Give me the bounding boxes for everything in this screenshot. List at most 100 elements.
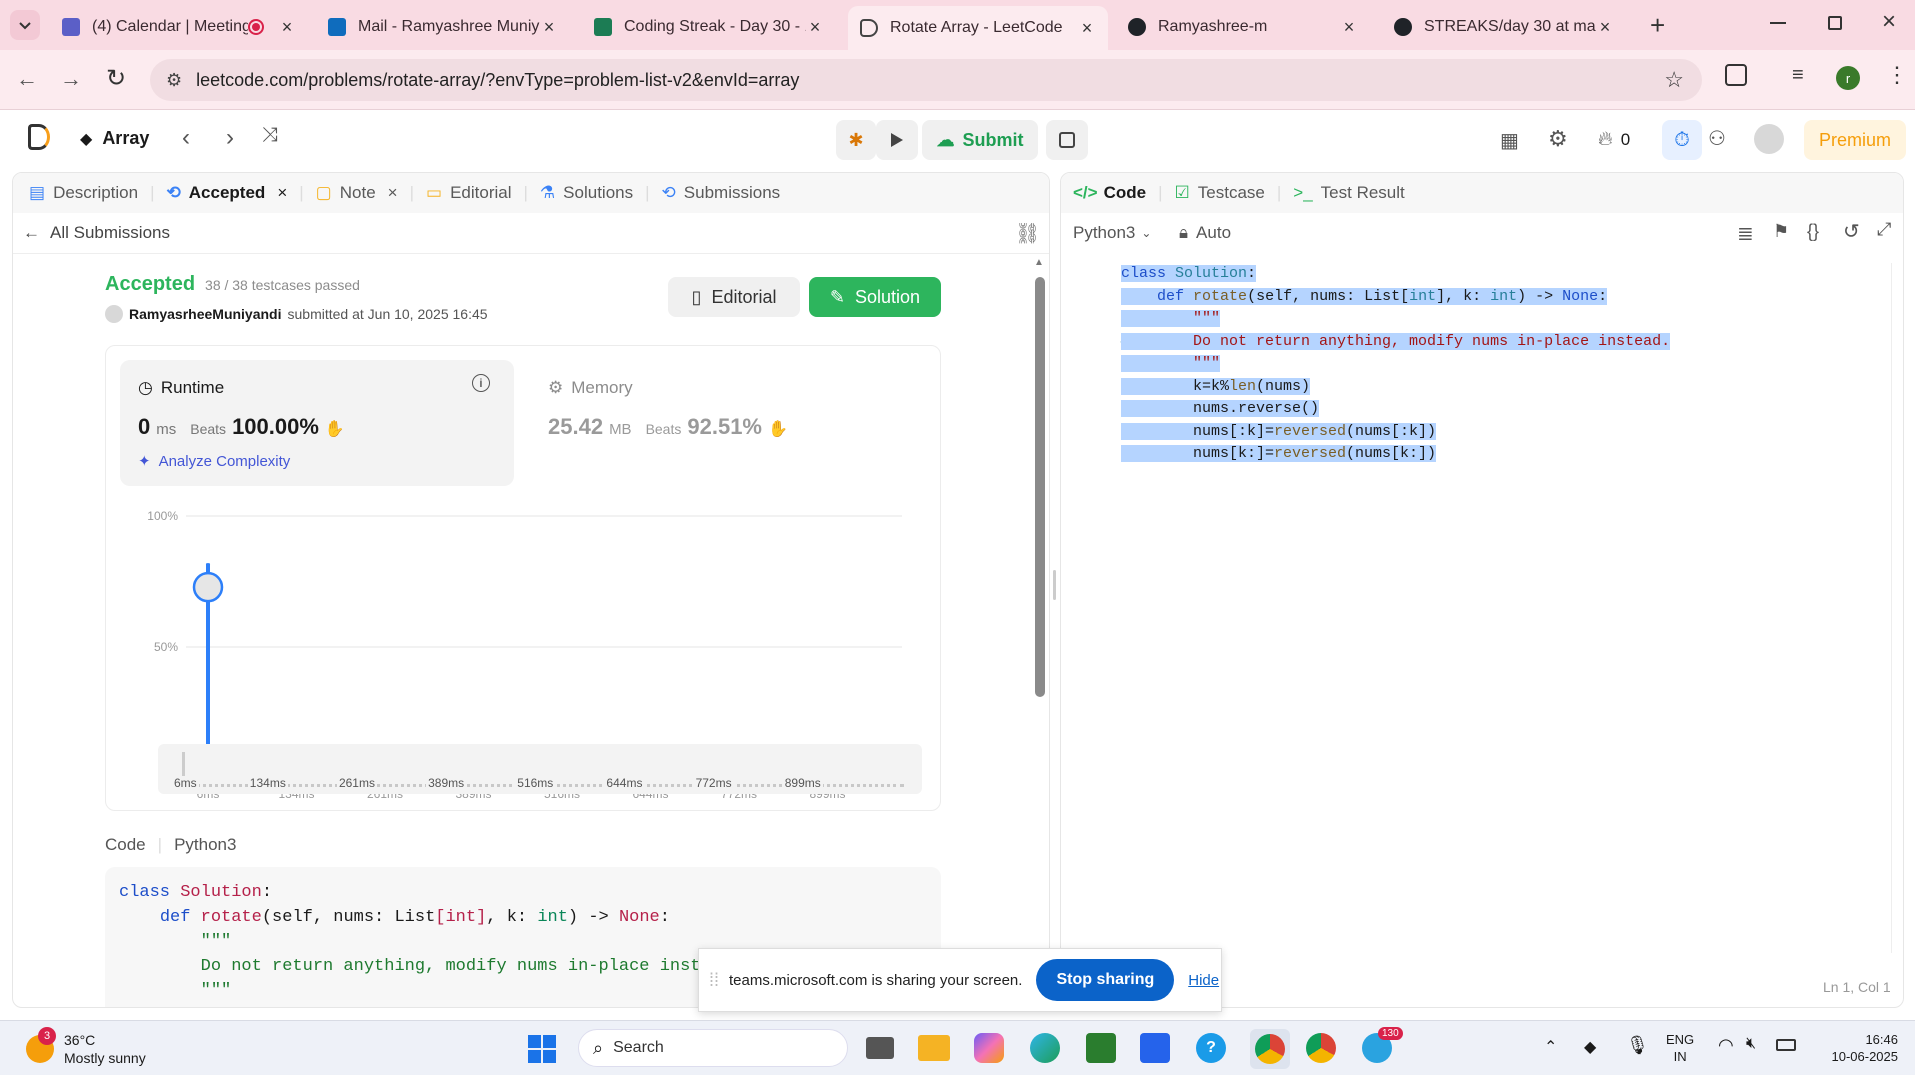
browser-tab[interactable]: Mail - Ramyashree Muniya ×	[316, 8, 570, 46]
runtime-box[interactable]: ◷ Runtime i 0 ms Beats 100.00% ✋ ✦ Analyze…	[120, 360, 514, 486]
tab-code[interactable]: </> Code	[1073, 183, 1146, 203]
microphone-icon[interactable]: 🎙︎	[1626, 1035, 1649, 1056]
slider-handle[interactable]	[182, 752, 185, 778]
language-indicator[interactable]: ENG IN	[1666, 1031, 1694, 1065]
add-friend-icon[interactable]: ⚇	[1708, 126, 1726, 151]
browser-tab[interactable]: Coding Streak - Day 30 - 1 ×	[582, 8, 836, 46]
close-tab-icon[interactable]: ×	[1340, 17, 1358, 38]
browser-tab[interactable]: Ramyashree-m ×	[1116, 8, 1370, 46]
problem-list-link[interactable]: ◆ Array	[80, 128, 149, 149]
close-tab-icon[interactable]: ×	[1596, 17, 1614, 38]
copilot-icon[interactable]	[974, 1033, 1004, 1063]
battery-icon[interactable]	[1776, 1039, 1796, 1051]
auto-mode[interactable]: 🔒︎ Auto	[1179, 223, 1231, 243]
close-tab-icon[interactable]: ×	[278, 17, 296, 38]
user-avatar[interactable]	[1754, 124, 1784, 154]
scroll-up-icon[interactable]: ▲	[1034, 257, 1044, 268]
wifi-icon[interactable]: ◠	[1718, 1035, 1734, 1056]
prev-problem-icon[interactable]: ‹	[182, 124, 190, 152]
reload-icon[interactable]: ↻	[106, 64, 126, 93]
new-tab-button[interactable]: +	[1650, 10, 1665, 41]
run-button[interactable]	[876, 120, 918, 160]
bookmark-star-icon[interactable]: ☆	[1664, 67, 1684, 93]
note-button[interactable]	[1046, 120, 1088, 160]
submit-button[interactable]: ☁ Submit	[922, 120, 1038, 160]
hide-link[interactable]: Hide	[1188, 972, 1219, 989]
leetcode-logo[interactable]	[28, 124, 50, 150]
volume-muted-icon[interactable]: 🔇︎	[1746, 1035, 1756, 1053]
layout-icon[interactable]: ▦	[1500, 128, 1519, 153]
streak-counter[interactable]: 🔥︎ 0	[1598, 128, 1630, 151]
close-window-button[interactable]: ×	[1882, 8, 1896, 36]
fullscreen-icon[interactable]: ⤢	[1877, 219, 1891, 240]
left-panel-scrollbar[interactable]	[1035, 277, 1045, 697]
editorial-button[interactable]: ▯ Editorial	[668, 277, 800, 317]
drag-handle-icon[interactable]: ⁞⁞	[709, 970, 719, 991]
info-icon[interactable]: i	[472, 374, 490, 392]
solution-button[interactable]: ✎ Solution	[809, 277, 941, 317]
stop-sharing-button[interactable]: Stop sharing	[1036, 959, 1175, 1001]
close-tab-icon[interactable]: ×	[540, 17, 558, 38]
media-icon[interactable]: ≡	[1792, 64, 1804, 87]
memory-box[interactable]: ⚙ Memory 25.42 MB Beats 92.51% ✋	[530, 360, 924, 486]
edge-icon[interactable]	[1030, 1033, 1060, 1063]
browser-tab-active[interactable]: Rotate Array - LeetCode ×	[848, 6, 1108, 50]
tab-submissions[interactable]: ⟲ Submissions	[662, 183, 781, 203]
analyze-complexity-link[interactable]: ✦ Analyze Complexity	[138, 452, 290, 471]
language-select[interactable]: Python3 ⌄	[1073, 223, 1151, 243]
app-icon[interactable]	[1086, 1033, 1116, 1063]
panel-resize-handle[interactable]	[1053, 570, 1056, 600]
debug-button[interactable]: ✱	[836, 120, 876, 160]
address-bar[interactable]: ⚙ leetcode.com/problems/rotate-array/?en…	[150, 59, 1702, 101]
site-info-icon[interactable]: ⚙	[166, 70, 182, 91]
runtime-range-slider[interactable]: 6ms 134ms 261ms 389ms 516ms 644ms 772ms …	[158, 744, 922, 794]
code-editor[interactable]: 123456789 class Solution: def rotate(sel…	[1061, 263, 1903, 963]
tab-test-result[interactable]: >_ Test Result	[1293, 183, 1404, 203]
weather-widget[interactable]: 3 36°C Mostly sunny	[26, 1027, 146, 1067]
tray-app-icon[interactable]: ◆	[1584, 1037, 1596, 1057]
file-explorer-icon[interactable]	[918, 1035, 950, 1061]
username-link[interactable]: RamyasrheeMuniyandi	[129, 306, 282, 322]
braces-icon[interactable]: {}	[1807, 221, 1819, 242]
all-submissions-link[interactable]: ← All Submissions	[23, 223, 170, 243]
browser-menu-icon[interactable]: ⋮	[1886, 62, 1908, 88]
settings-gear-icon[interactable]: ⚙	[1548, 126, 1568, 152]
editor-scrollbar[interactable]	[1891, 263, 1901, 953]
close-tab-icon[interactable]: ×	[388, 183, 398, 203]
tab-editorial[interactable]: ▭ Editorial	[426, 183, 511, 203]
tab-search-button[interactable]	[10, 10, 40, 40]
maximize-button[interactable]	[1828, 16, 1842, 30]
timer-icon[interactable]: ⏱	[1662, 120, 1702, 160]
share-link-icon[interactable]: ⛓	[1015, 221, 1040, 246]
tab-note[interactable]: ▢ Note ×	[316, 183, 398, 203]
close-tab-icon[interactable]: ×	[1078, 18, 1096, 39]
clock[interactable]: 16:46 10-06-2025	[1812, 1031, 1899, 1065]
store-icon[interactable]	[1140, 1033, 1170, 1063]
premium-button[interactable]: Premium	[1804, 120, 1906, 160]
back-arrow-icon[interactable]: ←	[16, 66, 38, 92]
chrome-icon[interactable]	[1306, 1033, 1336, 1063]
tray-expand-icon[interactable]: ⌃	[1544, 1037, 1557, 1057]
format-icon[interactable]: ≣	[1737, 221, 1754, 246]
tab-testcase[interactable]: ☑ Testcase	[1175, 183, 1265, 203]
task-view-icon[interactable]	[866, 1037, 894, 1059]
shuffle-icon[interactable]: ⤨	[262, 124, 278, 147]
tab-description[interactable]: ▤ Description	[29, 183, 138, 203]
browser-tab[interactable]: (4) Calendar | Meeting ×	[50, 8, 308, 46]
telegram-icon[interactable]: 130	[1362, 1027, 1403, 1063]
profile-avatar[interactable]: r	[1836, 66, 1860, 90]
tab-accepted[interactable]: ⟲ Accepted ×	[167, 183, 288, 203]
next-problem-icon[interactable]: ›	[226, 124, 234, 152]
browser-tab[interactable]: STREAKS/day 30 at main · ×	[1382, 8, 1626, 46]
close-tab-icon[interactable]: ×	[806, 17, 824, 38]
extensions-icon[interactable]	[1725, 64, 1747, 86]
start-icon[interactable]	[528, 1035, 556, 1063]
forward-arrow-icon[interactable]: →	[60, 66, 82, 92]
taskbar-search[interactable]: ⌕ Search	[578, 1029, 848, 1067]
close-tab-icon[interactable]: ×	[277, 183, 287, 203]
tab-solutions[interactable]: ⚗ Solutions	[540, 183, 633, 203]
chrome-profile-icon[interactable]	[1250, 1029, 1290, 1069]
bookmark-icon[interactable]: ⚑	[1773, 221, 1789, 242]
minimize-button[interactable]	[1770, 22, 1786, 24]
reset-icon[interactable]: ↺	[1843, 219, 1860, 244]
